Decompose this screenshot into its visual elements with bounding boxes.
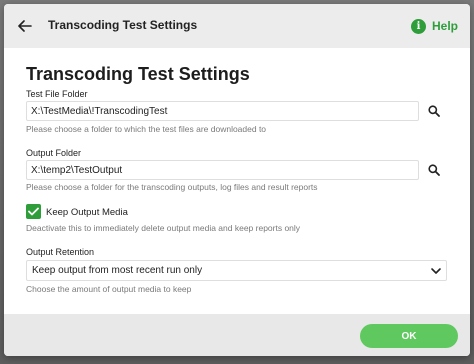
dialog-header: Transcoding Test Settings i Help [4,4,470,48]
keep-output-label: Keep Output Media [46,207,128,218]
test-folder-label: Test File Folder [26,89,88,99]
retention-selected-value: Keep output from most recent run only [32,265,203,276]
output-folder-helper: Please choose a folder for the transcodi… [26,182,318,192]
retention-label: Output Retention [26,247,95,257]
test-folder-browse-button[interactable] [425,102,443,120]
retention-helper: Choose the amount of output media to kee… [26,284,192,294]
back-arrow-icon [18,20,32,32]
test-folder-input[interactable] [26,101,419,121]
checkmark-icon [28,207,39,216]
output-folder-browse-button[interactable] [425,161,443,179]
search-icon [428,164,440,176]
keep-output-helper: Deactivate this to immediately delete ou… [26,223,301,233]
output-folder-input[interactable] [26,160,419,180]
dialog-footer: OK [4,314,470,356]
page-title: Transcoding Test Settings [26,64,250,84]
retention-select[interactable]: Keep output from most recent run only [26,260,447,281]
output-folder-label: Output Folder [26,148,82,158]
test-folder-helper: Please choose a folder to which the test… [26,124,267,134]
help-label: Help [431,19,458,33]
keep-output-checkbox[interactable] [26,204,41,219]
chevron-down-icon [431,268,441,274]
header-title: Transcoding Test Settings [48,18,198,32]
ok-button[interactable]: OK [360,324,458,348]
help-info-icon: i [410,18,426,34]
help-button[interactable]: i Help [410,16,458,36]
settings-dialog: Transcoding Test Settings i Help Transco… [4,4,470,356]
back-button[interactable] [14,16,36,36]
search-icon [428,105,440,117]
